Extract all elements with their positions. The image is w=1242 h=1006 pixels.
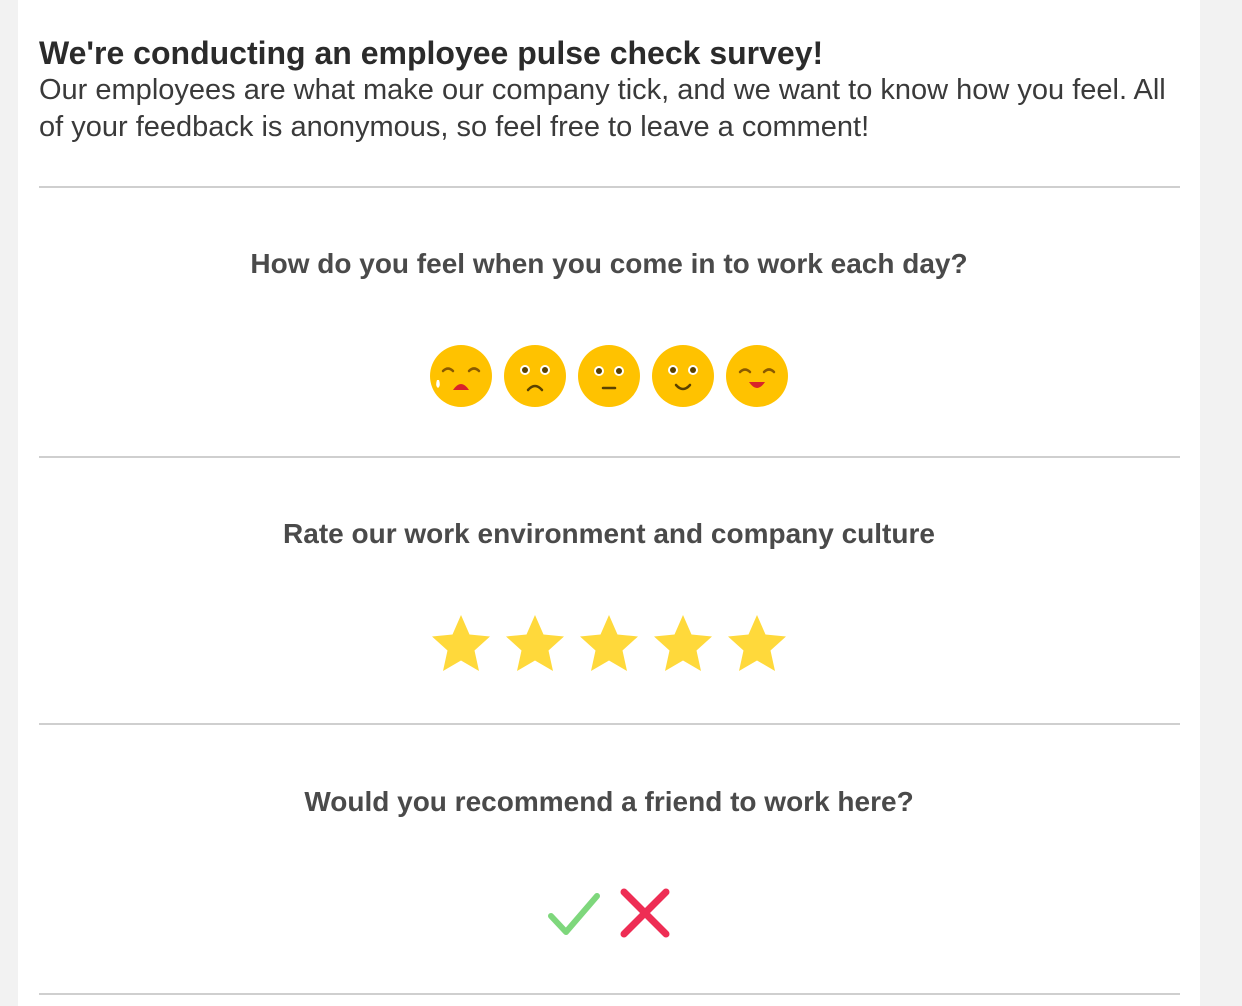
star-icon[interactable]	[651, 612, 715, 676]
sad-face-icon[interactable]	[503, 344, 567, 408]
survey-panel: We're conducting an employee pulse check…	[18, 0, 1200, 1006]
neutral-face-icon[interactable]	[577, 344, 641, 408]
happy-face-icon[interactable]	[725, 344, 789, 408]
star-icon[interactable]	[503, 612, 567, 676]
star-icon[interactable]	[429, 612, 493, 676]
divider	[39, 993, 1180, 995]
emoji-rating	[18, 344, 1200, 408]
question-recommend-label: Would you recommend a friend to work her…	[304, 786, 914, 817]
cross-icon[interactable]	[618, 886, 672, 940]
divider	[39, 723, 1180, 725]
divider	[39, 456, 1180, 458]
star-icon[interactable]	[725, 612, 789, 676]
smiling-face-icon[interactable]	[651, 344, 715, 408]
question-culture-label: Rate our work environment and company cu…	[283, 518, 935, 549]
survey-description: Our employees are what make our company …	[39, 74, 1166, 143]
survey-intro: We're conducting an employee pulse check…	[39, 34, 1179, 146]
yes-no-choice	[18, 886, 1200, 940]
survey-title: We're conducting an employee pulse check…	[39, 35, 824, 71]
crying-face-icon[interactable]	[429, 344, 493, 408]
star-icon[interactable]	[577, 612, 641, 676]
checkmark-icon[interactable]	[546, 886, 602, 940]
question-feeling-label: How do you feel when you come in to work…	[250, 248, 968, 279]
star-rating	[18, 612, 1200, 676]
divider	[39, 186, 1180, 188]
